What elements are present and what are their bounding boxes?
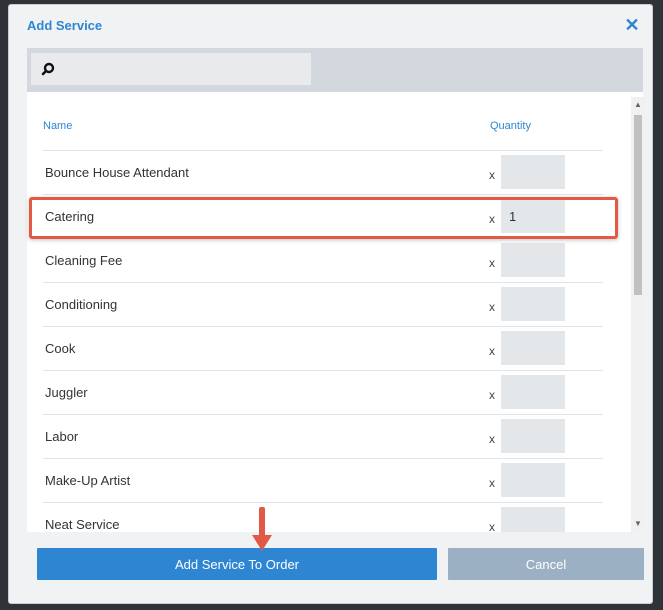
table-row: Neat Service x [43,503,603,532]
service-name: Cleaning Fee [45,253,123,268]
service-name: Juggler [45,385,88,400]
service-name: Labor [45,429,79,444]
quantity-input[interactable] [501,375,565,409]
search-icon [41,62,55,76]
quantity-input[interactable] [501,507,565,532]
search-bar [27,48,643,92]
service-list: Name Quantity Bounce House Attendant x C… [27,92,643,532]
quantity-input[interactable] [501,463,565,497]
column-header-name: Name [43,120,73,132]
cancel-button[interactable]: Cancel [448,548,644,580]
service-name: Make-Up Artist [45,473,131,488]
table-row: Cleaning Fee x [43,239,603,283]
quantity-input[interactable] [501,287,565,321]
annotation-arrow-icon [252,507,272,551]
scroll-up-icon[interactable]: ▲ [631,99,645,111]
table-row: Juggler x [43,371,603,415]
table-row: Labor x [43,415,603,459]
scroll-down-icon[interactable]: ▼ [631,518,645,530]
service-name: Neat Service [45,517,120,532]
service-name: Cook [45,341,76,356]
quantity-input[interactable] [501,419,565,453]
close-icon[interactable]: ✕ [624,16,640,34]
table-row: Conditioning x [43,283,603,327]
catering-row-highlight [29,197,618,239]
service-name: Bounce House Attendant [45,165,189,180]
column-header-quantity: Quantity [490,120,531,132]
quantity-input[interactable] [501,155,565,189]
multiplier-label: x [489,520,495,532]
table-row: Cook x [43,327,603,371]
quantity-input[interactable] [501,243,565,277]
multiplier-label: x [489,476,495,490]
multiplier-label: x [489,388,495,402]
list-scrollbar[interactable]: ▲ ▼ [631,97,645,532]
search-input[interactable] [31,53,311,85]
table-row: Make-Up Artist x [43,459,603,503]
quantity-input[interactable] [501,331,565,365]
add-service-to-order-button[interactable]: Add Service To Order [37,548,437,580]
scroll-thumb[interactable] [634,115,642,295]
multiplier-label: x [489,300,495,314]
multiplier-label: x [489,256,495,270]
multiplier-label: x [489,432,495,446]
dialog-title: Add Service [27,18,103,33]
multiplier-label: x [489,168,495,182]
service-name: Conditioning [45,297,118,312]
multiplier-label: x [489,344,495,358]
table-row: Bounce House Attendant x [43,151,603,195]
add-service-dialog: Add Service ✕ Name Quantity Bounce House… [8,4,653,604]
